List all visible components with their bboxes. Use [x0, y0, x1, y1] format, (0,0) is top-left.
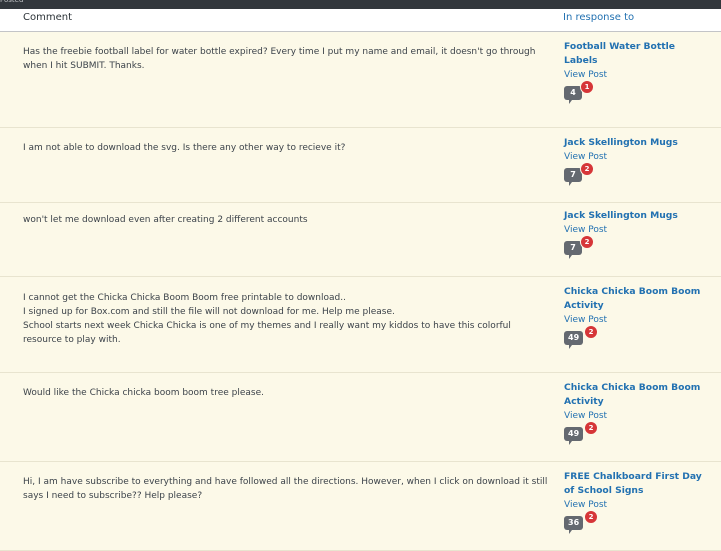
- comment-line: School starts next week Chicka Chicka is…: [23, 321, 511, 345]
- comment-count: 4 1: [564, 80, 704, 106]
- comment-row: Would like the Chicka chicka boom boom t…: [0, 373, 721, 462]
- approved-comments-bubble-icon[interactable]: 49: [564, 427, 584, 445]
- comment-text: Would like the Chicka chicka boom boom t…: [23, 386, 548, 400]
- comments-list: Has the freebie football label for water…: [0, 32, 721, 551]
- pending-comments-badge[interactable]: 2: [584, 421, 598, 435]
- comment-line: Would like the Chicka chicka boom boom t…: [23, 388, 265, 398]
- comment-text: Hi, I am have subscribe to everything an…: [23, 475, 548, 503]
- post-title-link[interactable]: FREE Chalkboard First Day of School Sign…: [564, 470, 704, 498]
- comment-row: Has the freebie football label for water…: [0, 32, 721, 128]
- in-response-to-cell: FREE Chalkboard First Day of School Sign…: [564, 470, 704, 536]
- approved-comments-bubble-icon[interactable]: 36: [564, 516, 584, 534]
- comment-row: I am not able to download the svg. Is th…: [0, 128, 721, 203]
- post-title-link[interactable]: Jack Skellington Mugs: [564, 209, 704, 223]
- post-title-link[interactable]: Chicka Chicka Boom Boom Activity: [564, 285, 704, 313]
- column-header-in-response-to[interactable]: In response to: [563, 12, 634, 23]
- comment-count: 7 2: [564, 235, 704, 261]
- pending-comments-badge[interactable]: 2: [580, 162, 594, 176]
- in-response-to-cell: Jack Skellington Mugs View Post 7 2: [564, 136, 704, 188]
- pending-comments-badge[interactable]: 2: [584, 325, 598, 339]
- comment-line: Hi, I am have subscribe to everything an…: [23, 477, 548, 501]
- top-bar-label: Posted: [0, 0, 24, 4]
- post-title-link[interactable]: Football Water Bottle Labels: [564, 40, 704, 68]
- comment-text: Has the freebie football label for water…: [23, 45, 548, 73]
- table-header: Comment In response to: [0, 9, 721, 32]
- view-post-link[interactable]: View Post: [564, 313, 704, 327]
- comment-row: Hi, I am have subscribe to everything an…: [0, 462, 721, 551]
- admin-top-bar: Posted: [0, 0, 721, 9]
- comment-count: 49 2: [564, 325, 704, 351]
- approved-comments-bubble-icon[interactable]: 49: [564, 331, 584, 349]
- comment-count: 7 2: [564, 162, 704, 188]
- in-response-to-cell: Chicka Chicka Boom Boom Activity View Po…: [564, 381, 704, 447]
- comment-line: I signed up for Box.com and still the fi…: [23, 307, 395, 317]
- comment-line: I cannot get the Chicka Chicka Boom Boom…: [23, 293, 346, 303]
- pending-comments-badge[interactable]: 1: [580, 80, 594, 94]
- comment-row: I cannot get the Chicka Chicka Boom Boom…: [0, 277, 721, 373]
- comment-text: won't let me download even after creatin…: [23, 213, 548, 227]
- pending-comments-badge[interactable]: 2: [584, 510, 598, 524]
- view-post-link[interactable]: View Post: [564, 409, 704, 423]
- in-response-to-cell: Chicka Chicka Boom Boom Activity View Po…: [564, 285, 704, 351]
- in-response-to-cell: Football Water Bottle Labels View Post 4…: [564, 40, 704, 106]
- comment-line: Has the freebie football label for water…: [23, 47, 536, 71]
- comment-count: 49 2: [564, 421, 704, 447]
- comment-row: won't let me download even after creatin…: [0, 203, 721, 277]
- column-header-comment[interactable]: Comment: [23, 12, 72, 23]
- view-post-link[interactable]: View Post: [564, 498, 704, 512]
- post-title-link[interactable]: Jack Skellington Mugs: [564, 136, 704, 150]
- comment-text: I am not able to download the svg. Is th…: [23, 141, 548, 155]
- comment-line: I am not able to download the svg. Is th…: [23, 143, 346, 153]
- post-title-link[interactable]: Chicka Chicka Boom Boom Activity: [564, 381, 704, 409]
- pending-comments-badge[interactable]: 2: [580, 235, 594, 249]
- comment-text: I cannot get the Chicka Chicka Boom Boom…: [23, 291, 548, 347]
- comment-line: won't let me download even after creatin…: [23, 215, 308, 225]
- comment-count: 36 2: [564, 510, 704, 536]
- in-response-to-cell: Jack Skellington Mugs View Post 7 2: [564, 209, 704, 261]
